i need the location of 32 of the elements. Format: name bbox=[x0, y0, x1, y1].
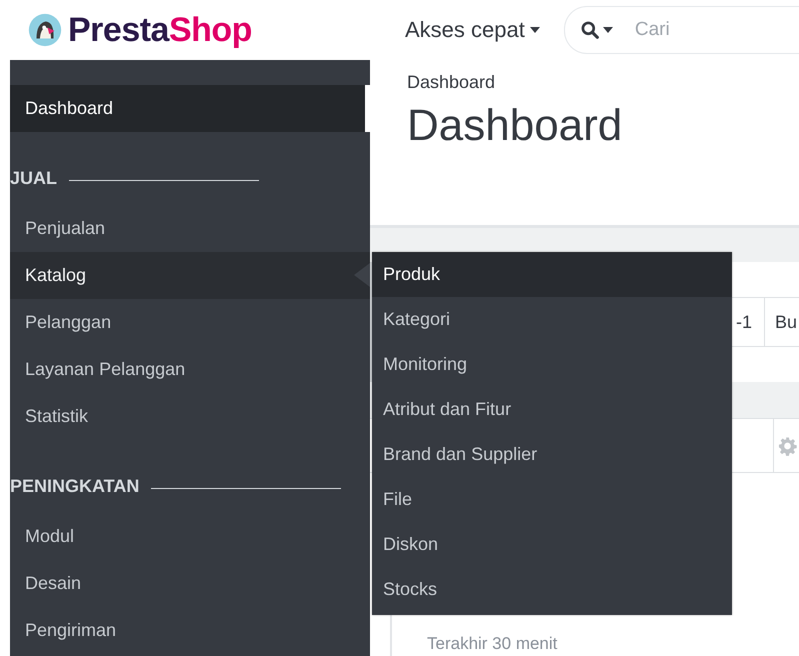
submenu-item[interactable]: Monitoring bbox=[372, 342, 732, 387]
submenu-item[interactable]: Stocks bbox=[372, 567, 732, 612]
logo-icon bbox=[28, 13, 62, 47]
sidebar-item[interactable]: Pengiriman bbox=[10, 607, 370, 654]
submenu-item[interactable]: Produk bbox=[372, 252, 732, 297]
logo-wordmark: PrestaShop bbox=[68, 10, 252, 50]
sidebar-item[interactable]: Katalog bbox=[10, 252, 370, 299]
submenu-item[interactable]: Diskon bbox=[372, 522, 732, 567]
submenu-item[interactable]: File bbox=[372, 477, 732, 522]
quick-access-dropdown[interactable]: Akses cepat bbox=[405, 17, 540, 43]
panel-subtitle: Terakhir 30 menit bbox=[427, 634, 558, 654]
sidebar-item[interactable]: Statistik bbox=[10, 393, 370, 440]
search-scope-button[interactable] bbox=[580, 21, 613, 39]
submenu-item[interactable]: Kategori bbox=[372, 297, 732, 342]
settings-icon bbox=[778, 436, 797, 456]
sidebar-item[interactable]: Modul bbox=[10, 513, 370, 560]
submenu-item[interactable]: Atribut dan Fitur bbox=[372, 387, 732, 432]
sidebar-item[interactable]: Desain bbox=[10, 560, 370, 607]
flyout-pointer-icon bbox=[354, 263, 370, 287]
caret-icon bbox=[530, 27, 540, 33]
search-icon bbox=[580, 21, 599, 39]
section-heading: PENINGKATAN bbox=[10, 476, 140, 497]
sidebar-item[interactable]: Dashboard bbox=[10, 85, 365, 132]
sidebar-item[interactable]: Pelanggan bbox=[10, 299, 370, 346]
breadcrumb[interactable]: Dashboard bbox=[407, 72, 799, 93]
submenu-item[interactable]: Brand dan Supplier bbox=[372, 432, 732, 477]
sidebar-item[interactable]: Penjualan bbox=[10, 205, 370, 252]
sidebar-item[interactable]: Layanan Pelanggan bbox=[10, 346, 370, 393]
caret-icon bbox=[602, 27, 613, 33]
section-heading: JUAL bbox=[10, 168, 58, 189]
date-range-button[interactable]: Bu bbox=[764, 298, 799, 346]
page-title: Dashboard bbox=[407, 101, 624, 151]
